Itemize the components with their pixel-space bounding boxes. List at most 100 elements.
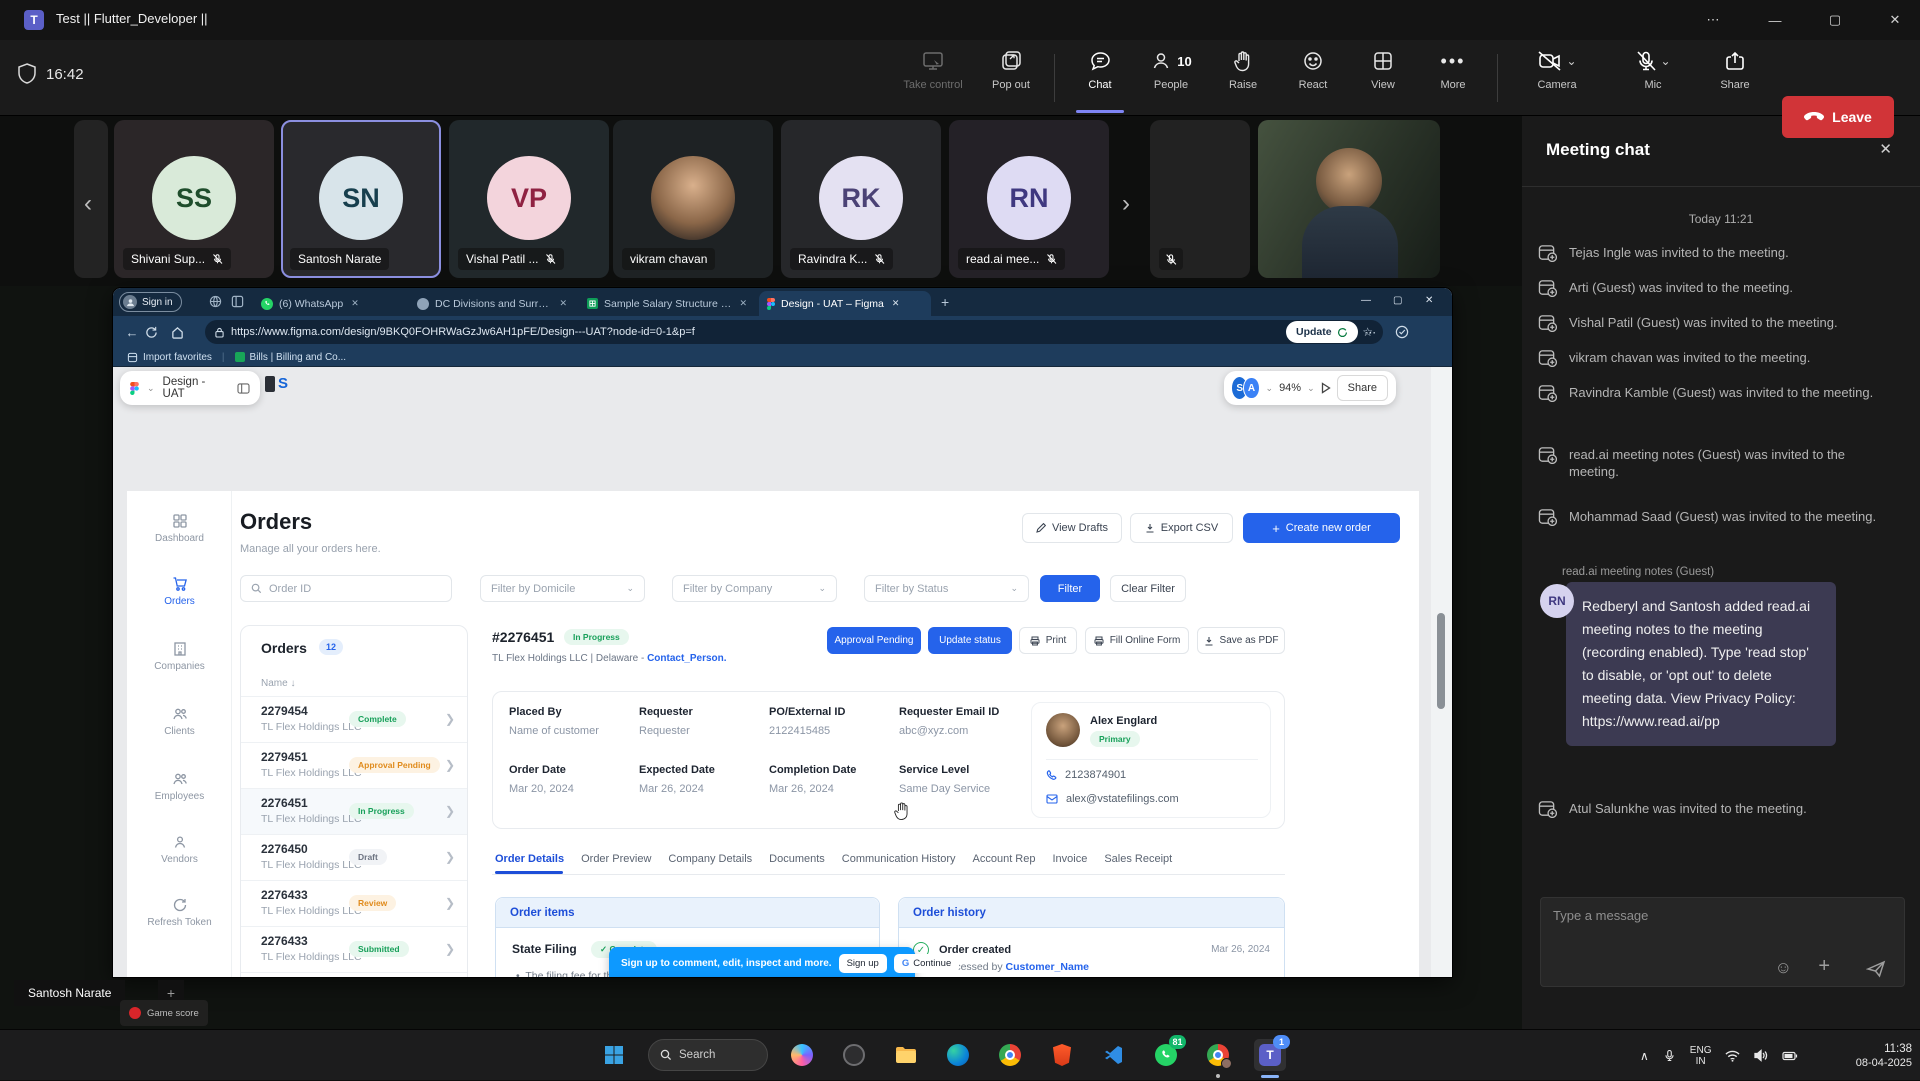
google-continue-button[interactable]: GContinue bbox=[894, 954, 959, 973]
taskbar-search[interactable] bbox=[648, 1039, 768, 1071]
zoom-level[interactable]: 94% bbox=[1279, 382, 1301, 394]
customer-name-link[interactable]: Customer_Name bbox=[1006, 961, 1089, 973]
taskbar-brave-icon[interactable] bbox=[1046, 1039, 1078, 1071]
view-drafts-button[interactable]: View Drafts bbox=[1022, 513, 1122, 543]
taskbar-copilot-icon[interactable] bbox=[786, 1039, 818, 1071]
browser-profile-button[interactable]: Sign in bbox=[119, 292, 182, 312]
tab-sales-receipt[interactable]: Sales Receipt bbox=[1104, 853, 1172, 865]
sidebar-item-refresh-token[interactable]: Refresh Token bbox=[127, 897, 232, 928]
order-row[interactable]: 2279451TL Flex Holdings LLC Approval Pen… bbox=[241, 742, 467, 788]
new-tab-icon[interactable]: + bbox=[941, 294, 949, 310]
workspaces-icon[interactable] bbox=[209, 295, 222, 308]
order-row[interactable]: 2276433TL Flex Holdings LLC Submitted❯ bbox=[241, 926, 467, 972]
column-header-name[interactable]: Name ↓ bbox=[261, 678, 295, 689]
tab-invoice[interactable]: Invoice bbox=[1052, 853, 1087, 865]
vertical-tabs-icon[interactable] bbox=[231, 295, 244, 308]
window-minimize-button[interactable]: — bbox=[1752, 0, 1798, 40]
participant-tile-video[interactable] bbox=[1258, 120, 1440, 278]
figma-share-button[interactable]: Share bbox=[1337, 375, 1388, 401]
collaborator-avatar[interactable]: A bbox=[1243, 377, 1259, 399]
tab-company-details[interactable]: Company Details bbox=[668, 853, 752, 865]
taskbar-file-explorer-icon[interactable] bbox=[890, 1039, 922, 1071]
create-new-order-button[interactable]: + Create new order bbox=[1243, 513, 1400, 543]
taskbar-vscode-icon[interactable] bbox=[1098, 1039, 1130, 1071]
taskbar-edge-icon[interactable] bbox=[942, 1039, 974, 1071]
taskbar-chrome-icon[interactable] bbox=[994, 1039, 1026, 1071]
bookmark-import-favorites[interactable]: Import favorites bbox=[127, 352, 212, 363]
contact-email[interactable]: alex@vstatefilings.com bbox=[1046, 793, 1179, 805]
tab-close-icon[interactable]: ✕ bbox=[892, 298, 900, 309]
order-row[interactable]: 2276433TL Flex Holdings LLC Review❯ bbox=[241, 880, 467, 926]
tab-communication-history[interactable]: Communication History bbox=[842, 853, 956, 865]
mic-options-chevron[interactable]: ⌄ bbox=[1660, 54, 1670, 68]
browser-scrollbar-track[interactable] bbox=[1431, 367, 1452, 977]
chat-input-box[interactable]: ☺ + bbox=[1540, 897, 1905, 987]
tab-whatsapp[interactable]: (6) WhatsApp ✕ bbox=[253, 291, 405, 316]
people-button[interactable]: 10 People bbox=[1138, 48, 1204, 110]
taskbar-whatsapp-icon[interactable]: 81 bbox=[1150, 1039, 1182, 1071]
game-score-widget[interactable]: Game score bbox=[120, 1000, 208, 1026]
tab-close-icon[interactable]: ✕ bbox=[559, 298, 567, 309]
mic-button[interactable]: ⌄ Mic bbox=[1608, 48, 1698, 110]
print-button[interactable]: Print bbox=[1019, 627, 1077, 654]
sidebar-item-companies[interactable]: Companies bbox=[127, 641, 232, 672]
window-maximize-button[interactable]: ▢ bbox=[1812, 0, 1858, 40]
filter-domicile-select[interactable]: Filter by Domicile⌄ bbox=[480, 575, 645, 602]
browser-menu-dots-icon[interactable]: ⋯ bbox=[1365, 326, 1377, 339]
camera-options-chevron[interactable]: ⌄ bbox=[1566, 54, 1576, 68]
fill-online-form-button[interactable]: Fill Online Form bbox=[1085, 627, 1189, 654]
filter-company-select[interactable]: Filter by Company⌄ bbox=[672, 575, 837, 602]
sidebar-item-vendors[interactable]: Vendors bbox=[127, 834, 232, 865]
tab-close-icon[interactable]: ✕ bbox=[351, 298, 359, 309]
tab-salary-sheet[interactable]: Sample Salary Structure with calc ✕ bbox=[579, 291, 755, 316]
sidebar-item-dashboard[interactable]: Dashboard bbox=[127, 513, 232, 544]
hidden-icons-caret[interactable]: ∧ bbox=[1640, 1049, 1649, 1063]
address-bar[interactable]: https://www.figma.com/design/9BKQ0FOHRWa… bbox=[205, 320, 1383, 344]
participant-tile[interactable]: RK Ravindra K... bbox=[781, 120, 941, 278]
sidebar-item-employees[interactable]: Employees bbox=[127, 771, 232, 802]
contact-phone[interactable]: 2123874901 bbox=[1046, 769, 1126, 781]
figma-file-menu[interactable]: ⌄ Design - UAT bbox=[120, 371, 260, 405]
signup-button[interactable]: Sign up bbox=[839, 954, 887, 973]
start-button[interactable] bbox=[598, 1039, 630, 1071]
participant-tile[interactable]: SS Shivani Sup... bbox=[114, 120, 274, 278]
order-row-selected[interactable]: 2276451TL Flex Holdings LLC In Progress❯ bbox=[241, 788, 467, 834]
copilot-icon[interactable] bbox=[1418, 322, 1436, 340]
approval-pending-button[interactable]: Approval Pending bbox=[827, 627, 921, 654]
share-button[interactable]: Share bbox=[1702, 48, 1768, 110]
contact-person-link[interactable]: Contact_Person. bbox=[647, 653, 726, 664]
export-csv-button[interactable]: Export CSV bbox=[1130, 513, 1233, 543]
taskbar-teams-icon[interactable]: T 1 bbox=[1254, 1039, 1286, 1071]
clear-filter-button[interactable]: Clear Filter bbox=[1110, 575, 1186, 602]
more-button[interactable]: ••• More bbox=[1420, 48, 1486, 110]
home-icon[interactable] bbox=[171, 326, 197, 339]
present-icon[interactable] bbox=[1321, 382, 1331, 394]
volume-icon[interactable] bbox=[1754, 1049, 1768, 1062]
order-row[interactable]: 2276450TL Flex Holdings LLC Draft❯ bbox=[241, 834, 467, 880]
update-browser-button[interactable]: Update bbox=[1286, 321, 1358, 343]
pop-out-button[interactable]: Pop out bbox=[978, 48, 1044, 110]
sidebar-item-clients[interactable]: Clients bbox=[127, 706, 232, 737]
order-id-search[interactable]: Order ID bbox=[240, 575, 452, 602]
language-indicator[interactable]: ENGIN bbox=[1690, 1045, 1712, 1067]
filter-button[interactable]: Filter bbox=[1040, 575, 1100, 602]
participant-tile[interactable]: VP Vishal Patil ... bbox=[449, 120, 609, 278]
save-as-pdf-button[interactable]: Save as PDF bbox=[1197, 627, 1285, 654]
order-row[interactable]: 2279454TL Flex Holdings LLC Complete❯ bbox=[241, 696, 467, 742]
attach-plus-icon[interactable]: + bbox=[1818, 955, 1830, 978]
browser-maximize-icon[interactable]: ▢ bbox=[1393, 295, 1402, 306]
chat-button[interactable]: Chat bbox=[1067, 48, 1133, 110]
taskbar-search-input[interactable] bbox=[679, 1049, 759, 1061]
taskbar-chrome-profile-icon[interactable] bbox=[1202, 1039, 1234, 1071]
sidebar-item-orders[interactable]: Orders bbox=[127, 576, 232, 607]
tab-order-details[interactable]: Order Details bbox=[495, 853, 564, 865]
chat-close-icon[interactable]: ✕ bbox=[1879, 140, 1892, 158]
browser-minimize-icon[interactable]: — bbox=[1361, 295, 1371, 306]
chat-message-input[interactable] bbox=[1553, 908, 1873, 923]
react-button[interactable]: React bbox=[1280, 48, 1346, 110]
browser-scrollbar-thumb[interactable] bbox=[1437, 613, 1445, 709]
scroll-right-icon[interactable]: › bbox=[1122, 190, 1130, 218]
leave-button[interactable]: Leave bbox=[1782, 96, 1894, 138]
tab-close-icon[interactable]: ✕ bbox=[739, 298, 747, 309]
sync-icon[interactable] bbox=[1395, 325, 1409, 339]
